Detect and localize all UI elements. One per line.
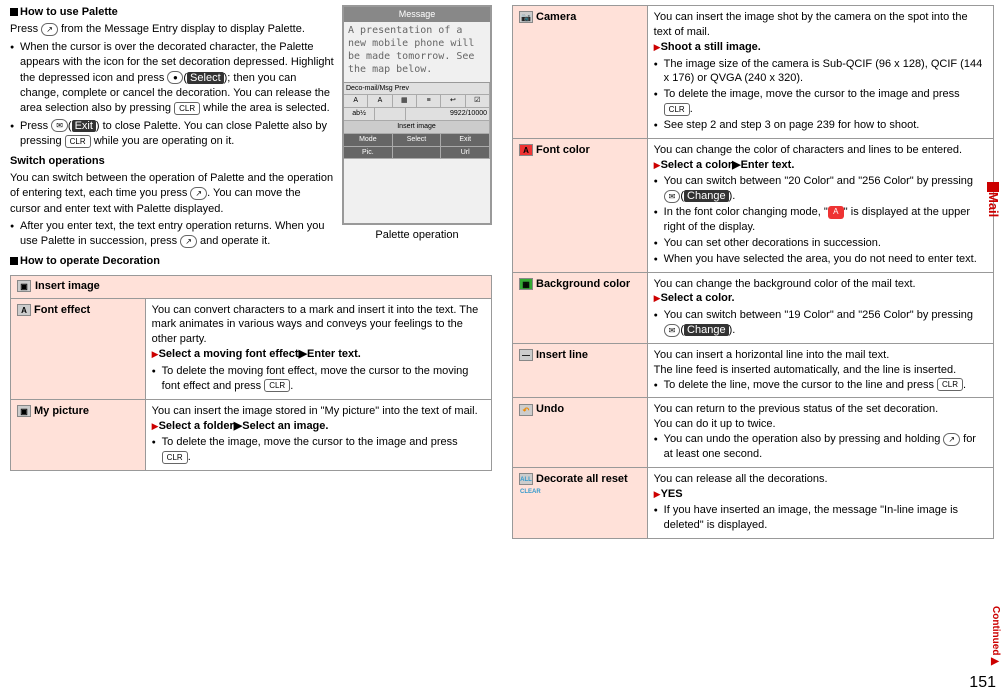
font-color-desc: You can change the color of characters a… [647, 138, 993, 272]
my-picture-icon: ▣ [17, 405, 31, 417]
decorate-all-reset-label: ALLCLEARDecorate all reset [513, 467, 648, 538]
switch-bullet: After you enter text, the text entry ope… [10, 219, 492, 250]
insert-image-table: ▣Insert image AFont effect You can conve… [10, 275, 492, 471]
font-effect-label: AFont effect [11, 298, 146, 399]
call-key-icon: ↗ [41, 23, 58, 36]
palette-bullet-2: Press ✉(Exit) to close Palette. You can … [10, 119, 492, 150]
insert-line-desc: You can insert a horizontal line into th… [647, 343, 993, 398]
my-picture-desc: You can insert the image stored in "My p… [145, 399, 491, 470]
mail-key-icon: ✉ [51, 119, 68, 132]
call-key-icon: ↗ [943, 433, 960, 446]
call-key-icon: ↗ [180, 235, 197, 248]
clr-key-icon: CLR [264, 379, 290, 392]
background-color-desc: You can change the background color of t… [647, 272, 993, 343]
font-color-icon: A [519, 144, 533, 156]
decorate-all-reset-desc: You can release all the decorations. ▶YE… [647, 467, 993, 538]
continued-indicator: Continued▶ [988, 606, 1002, 669]
side-tab: Mail [984, 180, 1002, 217]
palette-bullet-1: When the cursor is over the decorated ch… [10, 40, 492, 117]
camera-label: 📷Camera [513, 6, 648, 139]
clear-all-icon: ALLCLEAR [519, 473, 533, 485]
clr-key-icon: CLR [162, 451, 188, 464]
picture-icon: ▣ [17, 280, 31, 292]
page-number: 151 [969, 672, 996, 694]
undo-label: ↶Undo [513, 398, 648, 467]
font-effect-desc: You can convert characters to a mark and… [145, 298, 491, 399]
background-color-label: ▦Background color [513, 272, 648, 343]
exit-softkey-icon: Exit [72, 120, 96, 132]
background-color-icon: ▦ [519, 278, 533, 290]
change-softkey-icon: Change [684, 324, 729, 336]
my-picture-label: ▣My picture [11, 399, 146, 470]
change-softkey-icon: Change [684, 190, 729, 202]
font-a-icon: A [828, 206, 844, 219]
insert-line-label: —Insert line [513, 343, 648, 398]
call-key-icon: ↗ [190, 187, 207, 200]
clr-key-icon: CLR [65, 135, 91, 148]
mail-tab-icon [987, 182, 999, 192]
font-color-label: AFont color [513, 138, 648, 272]
clr-key-icon: CLR [664, 103, 690, 116]
mail-key-icon: ✉ [664, 324, 681, 337]
select-softkey-icon: Select [187, 72, 224, 84]
insert-image-header: ▣Insert image [11, 276, 492, 298]
mail-key-icon: ✉ [664, 190, 681, 203]
how-to-operate-decoration-title: How to operate Decoration [10, 254, 492, 269]
undo-icon: ↶ [519, 404, 533, 416]
camera-desc: You can insert the image shot by the cam… [647, 6, 993, 139]
undo-desc: You can return to the previous status of… [647, 398, 993, 467]
clr-key-icon: CLR [937, 378, 963, 391]
screenshot-header: Message [344, 7, 490, 22]
center-key-icon: ● [167, 71, 183, 84]
clr-key-icon: CLR [174, 102, 200, 115]
decoration-table-right: 📷Camera You can insert the image shot by… [512, 5, 994, 539]
font-effect-icon: A [17, 304, 31, 316]
insert-line-icon: — [519, 349, 533, 361]
camera-icon: 📷 [519, 11, 533, 23]
